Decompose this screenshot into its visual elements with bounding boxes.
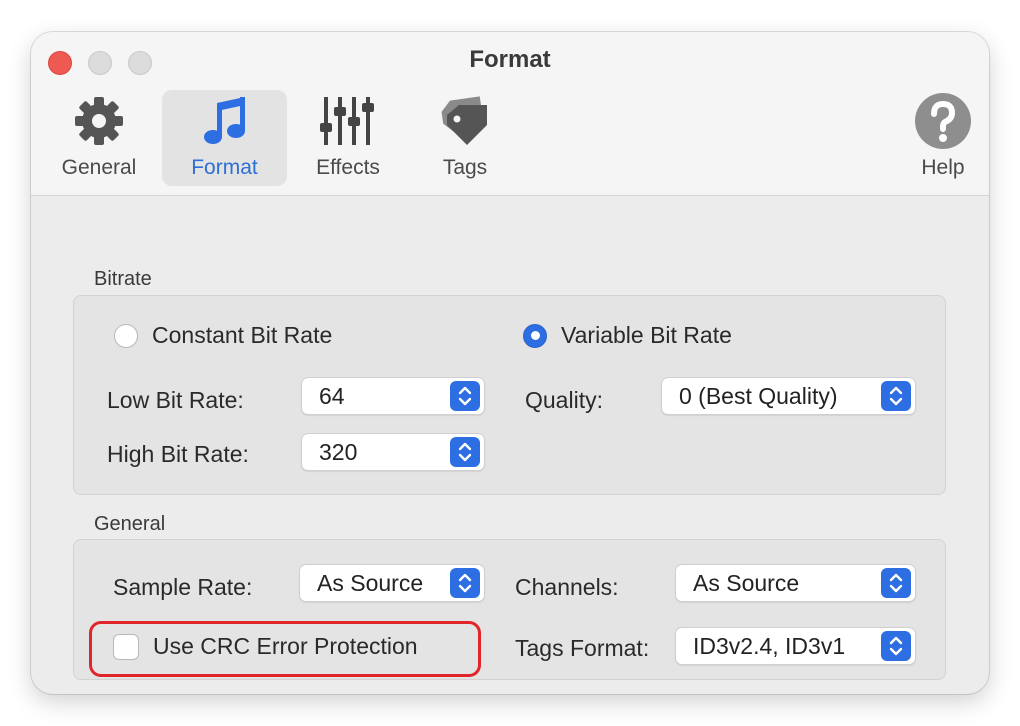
- content-area: Bitrate Constant Bit Rate Variable Bit R…: [31, 196, 989, 694]
- toolbar-tags[interactable]: Tags: [419, 90, 511, 186]
- toolbar-help-label: Help: [921, 156, 965, 179]
- window-title: Format: [469, 46, 551, 73]
- chevron-updown-icon: [450, 437, 480, 467]
- channels-label: Channels:: [515, 574, 619, 600]
- channels-popup[interactable]: As Source: [675, 564, 916, 602]
- quality-popup[interactable]: 0 (Best Quality): [661, 377, 916, 415]
- tags-format-label: Tags Format:: [515, 635, 650, 661]
- general-section-label: General: [94, 513, 166, 535]
- format-window: Format General Format Effects Tags Help …: [31, 32, 989, 694]
- toolbar-tags-label: Tags: [442, 156, 488, 179]
- low-bit-rate-label: Low Bit Rate:: [107, 387, 244, 413]
- toolbar-format[interactable]: Format: [162, 90, 287, 186]
- high-bit-rate-label: High Bit Rate:: [107, 441, 249, 467]
- gear-icon: [71, 90, 127, 152]
- tags-format-value: ID3v2.4, ID3v1: [693, 632, 846, 659]
- constant-bit-rate-radio[interactable]: Constant Bit Rate: [114, 322, 332, 349]
- chevron-updown-icon: [450, 568, 480, 598]
- high-bit-rate-value: 320: [319, 438, 358, 465]
- chevron-updown-icon: [881, 568, 911, 598]
- tags-format-popup[interactable]: ID3v2.4, ID3v1: [675, 627, 916, 665]
- low-bit-rate-value: 64: [319, 382, 345, 409]
- bitrate-group: Constant Bit Rate Variable Bit Rate Low …: [73, 295, 946, 495]
- toolbar-general[interactable]: General: [53, 90, 145, 186]
- crc-highlight-annotation: [89, 621, 481, 677]
- toolbar-effects[interactable]: Effects: [302, 90, 394, 186]
- music-note-icon: [199, 90, 251, 152]
- constant-radio-control[interactable]: [114, 323, 138, 348]
- chevron-updown-icon: [881, 381, 911, 411]
- tag-icon: [439, 90, 491, 152]
- quality-value: 0 (Best Quality): [679, 382, 838, 409]
- variable-radio-control[interactable]: [523, 323, 547, 348]
- sample-rate-label: Sample Rate:: [113, 574, 253, 600]
- chevron-updown-icon: [450, 381, 480, 411]
- toolbar-help[interactable]: Help: [903, 90, 983, 186]
- high-bit-rate-popup[interactable]: 320: [301, 433, 485, 471]
- quality-label: Quality:: [525, 387, 603, 413]
- chevron-updown-icon: [881, 631, 911, 661]
- low-bit-rate-popup[interactable]: 64: [301, 377, 485, 415]
- question-icon: [913, 90, 973, 152]
- toolbar-effects-label: Effects: [316, 156, 380, 179]
- sliders-icon: [318, 90, 378, 152]
- toolbar-format-label: Format: [191, 156, 258, 179]
- titlebar: Format General Format Effects Tags Help: [31, 32, 989, 196]
- bitrate-section-label: Bitrate: [94, 268, 152, 290]
- sample-rate-popup[interactable]: As Source: [299, 564, 485, 602]
- variable-bit-rate-radio[interactable]: Variable Bit Rate: [523, 322, 732, 349]
- variable-bit-rate-label: Variable Bit Rate: [561, 322, 732, 348]
- sample-rate-value: As Source: [317, 569, 424, 596]
- toolbar-general-label: General: [61, 156, 137, 179]
- channels-value: As Source: [693, 569, 800, 596]
- constant-bit-rate-label: Constant Bit Rate: [152, 322, 333, 348]
